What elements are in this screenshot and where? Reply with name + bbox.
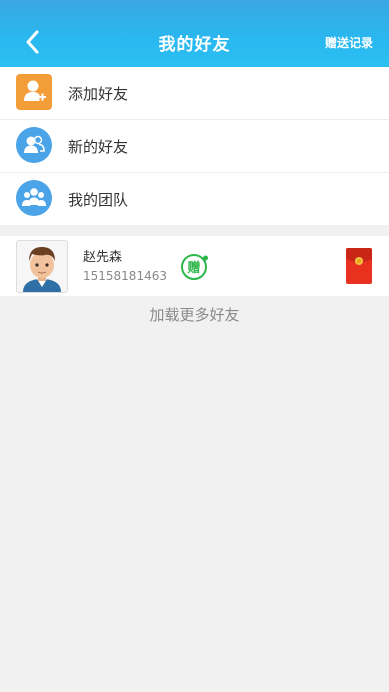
menu-item-label: 新的好友 <box>68 138 129 156</box>
menu-item-add-friend[interactable]: 添加好友 <box>0 67 389 120</box>
avatar-image <box>17 241 67 292</box>
red-packet-button[interactable] <box>345 247 373 285</box>
gift-button[interactable]: 赠 <box>180 253 210 281</box>
menu-item-label: 添加好友 <box>68 85 129 103</box>
add-user-icon <box>16 74 52 110</box>
red-packet-icon <box>346 248 372 284</box>
header-bar: 我的好友 赠送记录 <box>0 0 389 67</box>
friend-name: 赵先森 <box>83 250 123 265</box>
menu-item-label: 我的团队 <box>68 191 129 209</box>
menu-item-new-friends[interactable]: 新的好友 <box>0 120 389 173</box>
menu-item-my-team[interactable]: 我的团队 <box>0 173 389 225</box>
avatar <box>16 240 68 293</box>
gift-records-button[interactable]: 赠送记录 <box>325 34 373 51</box>
gift-icon-text: 赠 <box>187 260 200 276</box>
friend-phone: 15158181463 <box>83 269 167 283</box>
team-icon <box>16 180 52 216</box>
friend-menu: 添加好友 新的好友 我的团队 <box>0 67 389 225</box>
gift-icon: 赠 <box>181 254 208 280</box>
load-more-link[interactable]: 加载更多好友 <box>0 304 389 325</box>
new-friends-icon <box>16 127 52 163</box>
